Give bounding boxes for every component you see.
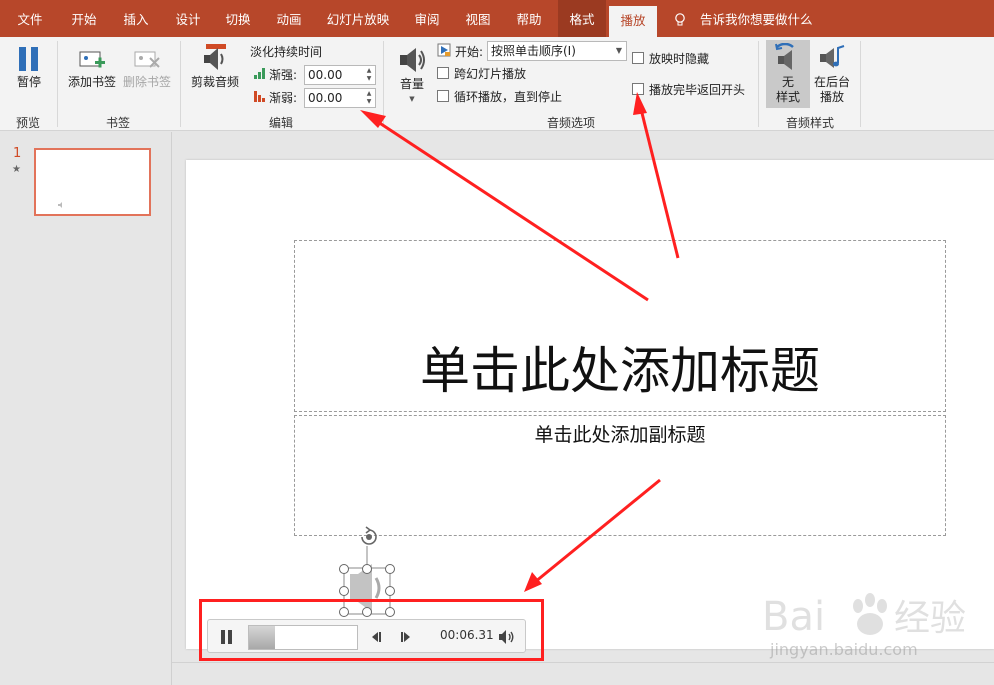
play-across-slides-checkbox[interactable] (437, 67, 449, 79)
tab-file[interactable]: 文件 (8, 0, 52, 37)
fade-duration-label: 淡化持续时间 (250, 45, 323, 59)
resize-handle[interactable] (339, 564, 349, 574)
tell-me-search[interactable]: 告诉我你想要做什么 (674, 0, 813, 37)
volume-button[interactable]: 音量 ▼ (392, 45, 432, 107)
no-style-button[interactable]: 无 样式 (766, 43, 810, 105)
group-separator (383, 41, 384, 127)
play-in-background-icon (820, 45, 845, 68)
pause-label: 暂停 (16, 75, 41, 89)
ribbon-tab-bar: 文件 开始 插入 设计 切换 动画 幻灯片放映 审阅 视图 帮助 格式 播放 告… (0, 0, 994, 37)
fade-in-value: 00.00 (308, 68, 343, 82)
loop-label: 循环播放，直到停止 (454, 90, 563, 104)
tab-view[interactable]: 视图 (456, 0, 500, 37)
tab-review[interactable]: 审阅 (405, 0, 449, 37)
slide-title: 单击此处添加标题 (420, 342, 820, 400)
trim-audio-icon (204, 44, 226, 70)
tab-transitions[interactable]: 切换 (216, 0, 260, 37)
group-separator (57, 41, 58, 127)
fade-in-icon (254, 68, 265, 79)
group-label-audio-options: 音频选项 (546, 116, 595, 130)
remove-bookmark-button[interactable]: 删除书签 (119, 47, 175, 90)
rewind-after-playing-checkbox[interactable] (632, 83, 644, 95)
volume-label: 音量 (399, 77, 424, 91)
watermark-url: jingyan.baidu.com (770, 640, 918, 659)
slide-thumbnail[interactable] (34, 148, 151, 216)
spin-arrows-icon[interactable]: ▲ ▼ (365, 67, 373, 83)
slide-subtitle: 单击此处添加副标题 (534, 424, 706, 446)
title-placeholder[interactable]: 单击此处添加标题 (294, 240, 946, 412)
group-label-preview: 预览 (15, 116, 40, 130)
loop-checkbox[interactable] (437, 90, 449, 102)
add-bookmark-button[interactable]: 添加书签 (64, 47, 120, 90)
annotation-highlight-box (199, 599, 544, 661)
fade-out-icon (254, 91, 265, 102)
chevron-down-icon: ▼ (409, 95, 415, 103)
volume-icon (400, 48, 425, 72)
pause-button[interactable]: 暂停 (8, 45, 50, 90)
ribbon: 暂停 预览 添加书签 删除书签 书签 剪裁音频 淡化持续时间 渐强: 00.00… (0, 37, 994, 131)
play-in-background-button[interactable]: 在后台 播放 (810, 43, 854, 105)
fade-in-input[interactable]: 00.00 ▲ ▼ (304, 65, 376, 85)
play-across-slides-label: 跨幻灯片播放 (454, 67, 527, 81)
start-label: 开始: (455, 45, 484, 59)
fade-out-label: 渐弱: (269, 91, 298, 105)
fade-out-input[interactable]: 00.00 ▲ ▼ (304, 88, 376, 108)
tab-format[interactable]: 格式 (558, 0, 606, 37)
tab-slideshow[interactable]: 幻灯片放映 (320, 0, 396, 37)
rewind-after-playing-label: 播放完毕返回开头 (649, 83, 746, 97)
play-in-background-label-line1: 在后台 (813, 75, 850, 89)
chevron-down-icon: ▼ (615, 46, 622, 55)
trim-audio-button[interactable]: 剪裁音频 (188, 43, 242, 90)
add-bookmark-label: 添加书签 (67, 75, 116, 89)
fade-in-label: 渐强: (269, 68, 298, 82)
group-label-audio-styles: 音频样式 (785, 116, 834, 130)
animation-star-icon: ★ (12, 164, 21, 175)
tab-help[interactable]: 帮助 (507, 0, 551, 37)
group-label-bookmarks: 书签 (105, 116, 130, 130)
no-style-icon (775, 43, 794, 70)
remove-bookmark-label: 删除书签 (122, 75, 171, 89)
remove-bookmark-icon (134, 51, 160, 68)
group-separator (860, 41, 861, 127)
spin-arrows-icon[interactable]: ▲ ▼ (365, 90, 373, 106)
pause-icon (19, 47, 38, 71)
svg-text:经验: 经验 (894, 598, 966, 639)
thumbnail-number: 1 (13, 146, 22, 161)
svg-text:Bai: Bai (762, 594, 825, 640)
tab-playback[interactable]: 播放 (609, 6, 657, 37)
resize-handle[interactable] (385, 586, 395, 596)
rotate-handle-icon[interactable] (356, 525, 382, 547)
hide-during-show-label: 放映时隐藏 (649, 52, 710, 66)
group-label-editing: 编辑 (268, 116, 293, 130)
start-play-icon (437, 43, 451, 57)
group-separator (758, 41, 759, 127)
tab-animations[interactable]: 动画 (267, 0, 311, 37)
add-bookmark-icon (79, 51, 105, 68)
thumbnail-audio-icon (58, 202, 62, 208)
play-in-background-label-line2: 播放 (819, 90, 844, 104)
group-separator (180, 41, 181, 127)
tab-insert[interactable]: 插入 (114, 0, 158, 37)
fade-out-value: 00.00 (308, 91, 343, 105)
tab-home[interactable]: 开始 (62, 0, 106, 37)
tab-design[interactable]: 设计 (166, 0, 210, 37)
subtitle-placeholder[interactable]: 单击此处添加副标题 (294, 415, 946, 536)
hide-during-show-checkbox[interactable] (632, 52, 644, 64)
no-style-label-line1: 无 (781, 75, 794, 89)
resize-handle[interactable] (339, 586, 349, 596)
trim-audio-label: 剪裁音频 (190, 75, 239, 89)
resize-handle[interactable] (362, 564, 372, 574)
start-select[interactable]: 按照单击顺序(I) ▼ (487, 41, 627, 61)
no-style-label-line2: 样式 (775, 90, 800, 104)
start-select-value: 按照单击顺序(I) (491, 44, 576, 58)
resize-handle[interactable] (385, 564, 395, 574)
